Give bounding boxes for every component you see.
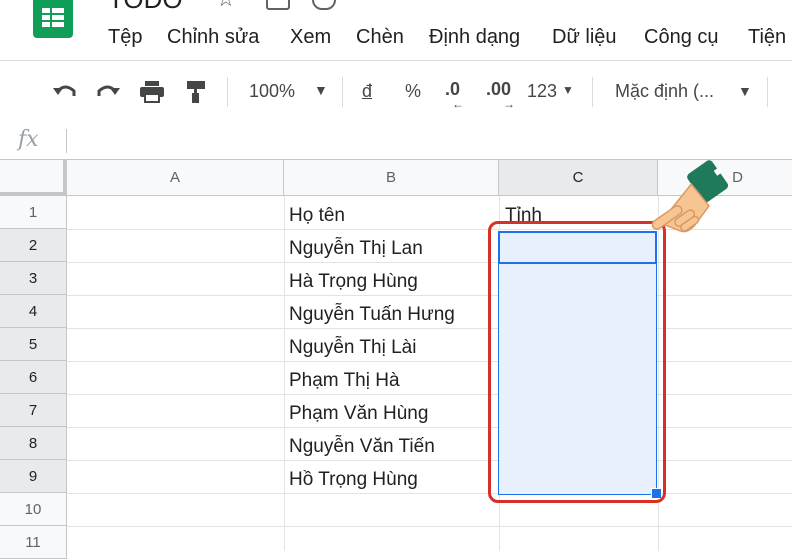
select-all-corner[interactable] bbox=[0, 160, 67, 196]
cell-b1[interactable]: Họ tên bbox=[289, 205, 345, 227]
redo-icon[interactable] bbox=[95, 82, 121, 102]
paint-format-icon[interactable] bbox=[184, 80, 208, 104]
menu-view[interactable]: Xem bbox=[290, 26, 331, 49]
column-header-b[interactable]: B bbox=[284, 160, 499, 196]
spreadsheet-grid[interactable]: A B C D 1 2 3 4 5 6 7 8 9 10 11 Họ tên T… bbox=[0, 160, 792, 559]
document-title[interactable]: TODO bbox=[108, 0, 183, 15]
more-formats-chevron-down-icon[interactable]: ▼ bbox=[562, 83, 574, 97]
increase-arrow-icon: → bbox=[503, 97, 515, 111]
cell-b4[interactable]: Nguyễn Tuấn Hưng bbox=[289, 304, 455, 326]
menu-insert[interactable]: Chèn bbox=[356, 26, 404, 49]
gridline bbox=[67, 394, 792, 395]
row-header[interactable]: 1 bbox=[0, 196, 67, 229]
row-header[interactable]: 11 bbox=[0, 526, 67, 559]
menu-extensions[interactable]: Tiện bbox=[748, 26, 786, 49]
gridline bbox=[284, 196, 285, 551]
format-percent-button[interactable]: % bbox=[405, 81, 421, 102]
menu-tools[interactable]: Công cụ bbox=[644, 26, 719, 49]
toolbar-divider bbox=[342, 77, 343, 107]
row-header[interactable]: 2 bbox=[0, 229, 67, 262]
menu-file[interactable]: Tệp bbox=[108, 26, 142, 49]
toolbar-divider bbox=[767, 77, 768, 107]
formula-bar: fx bbox=[0, 123, 792, 160]
undo-icon[interactable] bbox=[52, 82, 78, 102]
toolbar: 100% ▼ đ % .0 ← .00 → 123 ▼ Mặc định (..… bbox=[0, 60, 792, 124]
gridline bbox=[67, 427, 792, 428]
header: TODO ☆ Tệp Chỉnh sửa Xem Chèn Định dạng … bbox=[0, 0, 792, 60]
cell-b6[interactable]: Phạm Thị Hà bbox=[289, 370, 400, 392]
gridline bbox=[67, 460, 792, 461]
row-header[interactable]: 8 bbox=[0, 427, 67, 460]
menu-edit[interactable]: Chỉnh sửa bbox=[167, 26, 259, 49]
column-header-c[interactable]: C bbox=[499, 160, 658, 196]
more-formats-button[interactable]: 123 bbox=[527, 81, 557, 102]
row-header[interactable]: 10 bbox=[0, 493, 67, 526]
gridline bbox=[67, 361, 792, 362]
cell-b2[interactable]: Nguyễn Thị Lan bbox=[289, 238, 423, 260]
toolbar-divider bbox=[227, 77, 228, 107]
gridline bbox=[67, 493, 792, 494]
font-chevron-down-icon[interactable]: ▼ bbox=[738, 83, 752, 99]
decrease-arrow-icon: ← bbox=[452, 97, 464, 111]
menu-format[interactable]: Định dạng bbox=[429, 26, 520, 49]
gridline bbox=[67, 262, 792, 263]
sheets-logo-icon[interactable] bbox=[33, 0, 73, 38]
row-header[interactable]: 7 bbox=[0, 394, 67, 427]
menu-data[interactable]: Dữ liệu bbox=[552, 26, 617, 49]
column-header-a[interactable]: A bbox=[67, 160, 284, 196]
cloud-status-icon[interactable] bbox=[312, 0, 336, 10]
zoom-chevron-down-icon[interactable]: ▼ bbox=[314, 82, 328, 98]
row-header[interactable]: 3 bbox=[0, 262, 67, 295]
move-folder-icon[interactable] bbox=[266, 0, 290, 10]
cell-b3[interactable]: Hà Trọng Hùng bbox=[289, 271, 418, 293]
star-icon[interactable]: ☆ bbox=[216, 0, 236, 12]
print-icon[interactable] bbox=[139, 81, 165, 103]
cell-b7[interactable]: Phạm Văn Hùng bbox=[289, 403, 428, 425]
cell-b8[interactable]: Nguyễn Văn Tiến bbox=[289, 436, 435, 458]
row-header[interactable]: 5 bbox=[0, 328, 67, 361]
gridline bbox=[67, 328, 792, 329]
gridline bbox=[67, 526, 792, 527]
hand-pointer-icon bbox=[651, 160, 729, 233]
cell-b5[interactable]: Nguyễn Thị Lài bbox=[289, 337, 416, 359]
row-header[interactable]: 4 bbox=[0, 295, 67, 328]
zoom-select[interactable]: 100% bbox=[249, 81, 295, 102]
cell-b9[interactable]: Hồ Trọng Hùng bbox=[289, 469, 418, 491]
gridline bbox=[67, 295, 792, 296]
highlight-annotation bbox=[488, 221, 666, 503]
formula-divider bbox=[66, 129, 67, 153]
fx-icon: fx bbox=[18, 127, 39, 152]
format-currency-button[interactable]: đ bbox=[362, 81, 372, 102]
toolbar-divider bbox=[592, 77, 593, 107]
row-header[interactable]: 9 bbox=[0, 460, 67, 493]
row-header[interactable]: 6 bbox=[0, 361, 67, 394]
font-select[interactable]: Mặc định (... bbox=[615, 81, 714, 102]
